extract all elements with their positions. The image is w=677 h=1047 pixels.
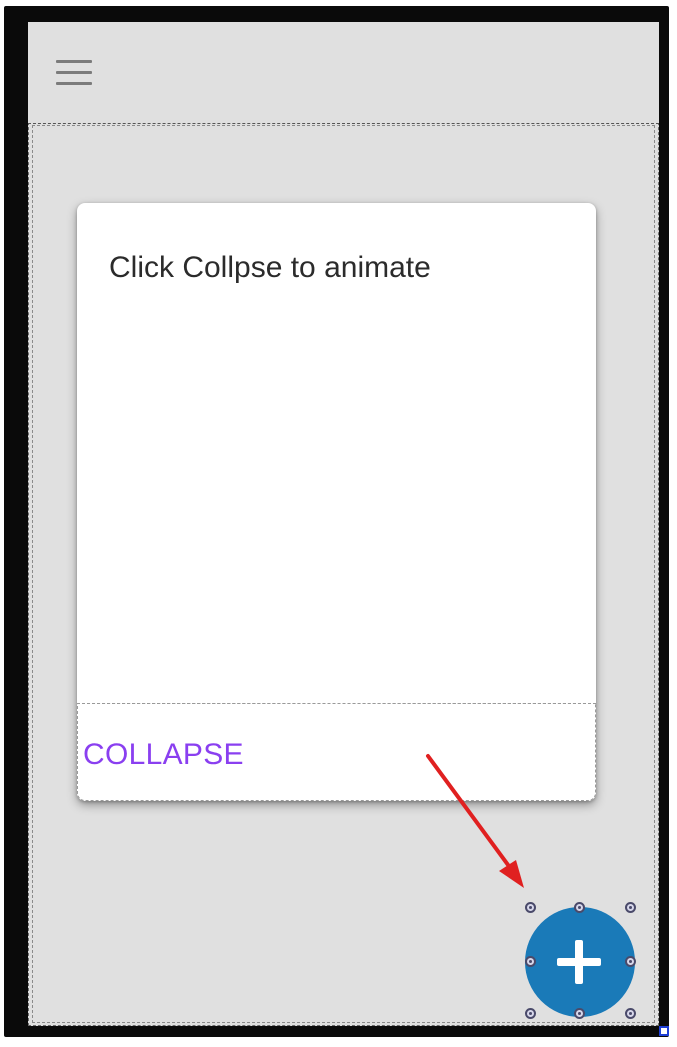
collapse-button[interactable]: COLLAPSE	[83, 738, 244, 772]
selection-handle-top-right[interactable]	[625, 902, 636, 913]
app-screen: Click Collpse to animate COLLAPSE	[28, 22, 659, 1026]
plus-icon-vertical-bar	[575, 940, 583, 984]
selection-handle-bottom-left[interactable]	[525, 1008, 536, 1019]
card-actions: COLLAPSE	[77, 703, 596, 801]
selection-handle-bottom-center[interactable]	[574, 1008, 585, 1019]
selection-handle-middle-right[interactable]	[625, 956, 636, 967]
content-area: Click Collpse to animate COLLAPSE	[32, 125, 655, 1023]
card-body-text: Click Collpse to animate	[109, 251, 431, 284]
selection-handle-top-center[interactable]	[574, 902, 585, 913]
selection-handle-bottom-right[interactable]	[625, 1008, 636, 1019]
hamburger-menu-icon[interactable]	[54, 58, 94, 88]
app-bar	[28, 22, 659, 124]
expandable-card: Click Collpse to animate COLLAPSE	[77, 203, 596, 801]
selection-handle-middle-left[interactable]	[525, 956, 536, 967]
resize-corner-handle[interactable]	[659, 1026, 669, 1036]
floating-action-button[interactable]	[525, 907, 635, 1017]
selection-handle-top-left[interactable]	[525, 902, 536, 913]
